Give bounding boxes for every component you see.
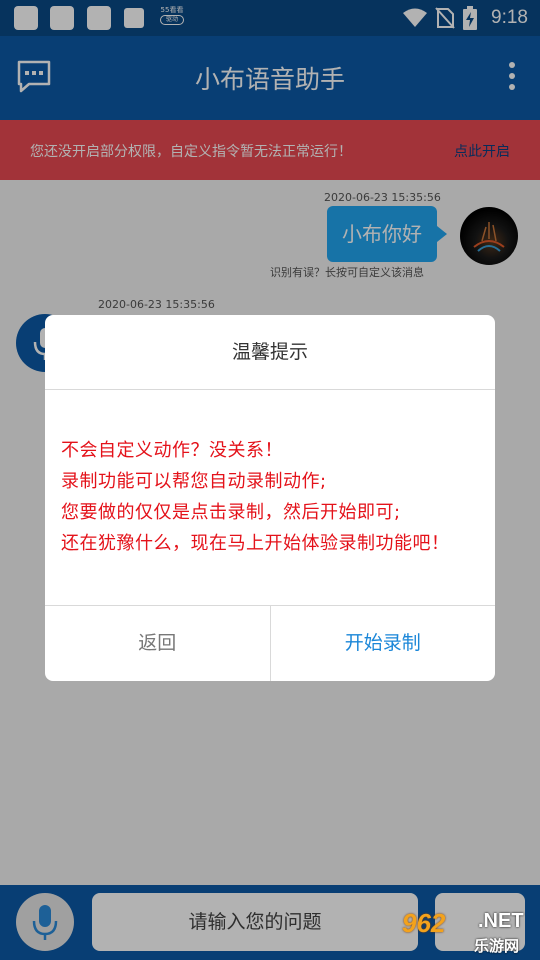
dialog-line: 您要做的仅仅是点击录制，然后开始即可; [61, 502, 401, 523]
dialog-actions: 返回 开始录制 [45, 605, 495, 681]
watermark-net: .NET [478, 910, 524, 932]
site-watermark: 962 .NET 乐游网 [400, 908, 538, 958]
start-recording-button[interactable]: 开始录制 [271, 606, 496, 681]
screen: 55看看 驱动 9:18 小布语音助手 您还没开启部分权限，自定义指令暂无法正常… [0, 0, 540, 960]
back-button[interactable]: 返回 [45, 606, 271, 681]
dialog-line: 录制功能可以帮您自动录制动作; [61, 471, 327, 492]
dialog-line: 还在犹豫什么，现在马上开始体验录制功能吧！ [61, 533, 450, 554]
dialog-title: 温馨提示 [45, 315, 495, 390]
dialog-line: 不会自定义动作？没关系！ [61, 440, 283, 461]
watermark-number: 962 [402, 908, 446, 938]
dialog-message: 不会自定义动作？没关系！ 录制功能可以帮您自动录制动作; 您要做的仅仅是点击录制… [61, 435, 485, 559]
watermark-site: 乐游网 [474, 937, 520, 955]
tip-dialog: 温馨提示 不会自定义动作？没关系！ 录制功能可以帮您自动录制动作; 您要做的仅仅… [45, 315, 495, 681]
